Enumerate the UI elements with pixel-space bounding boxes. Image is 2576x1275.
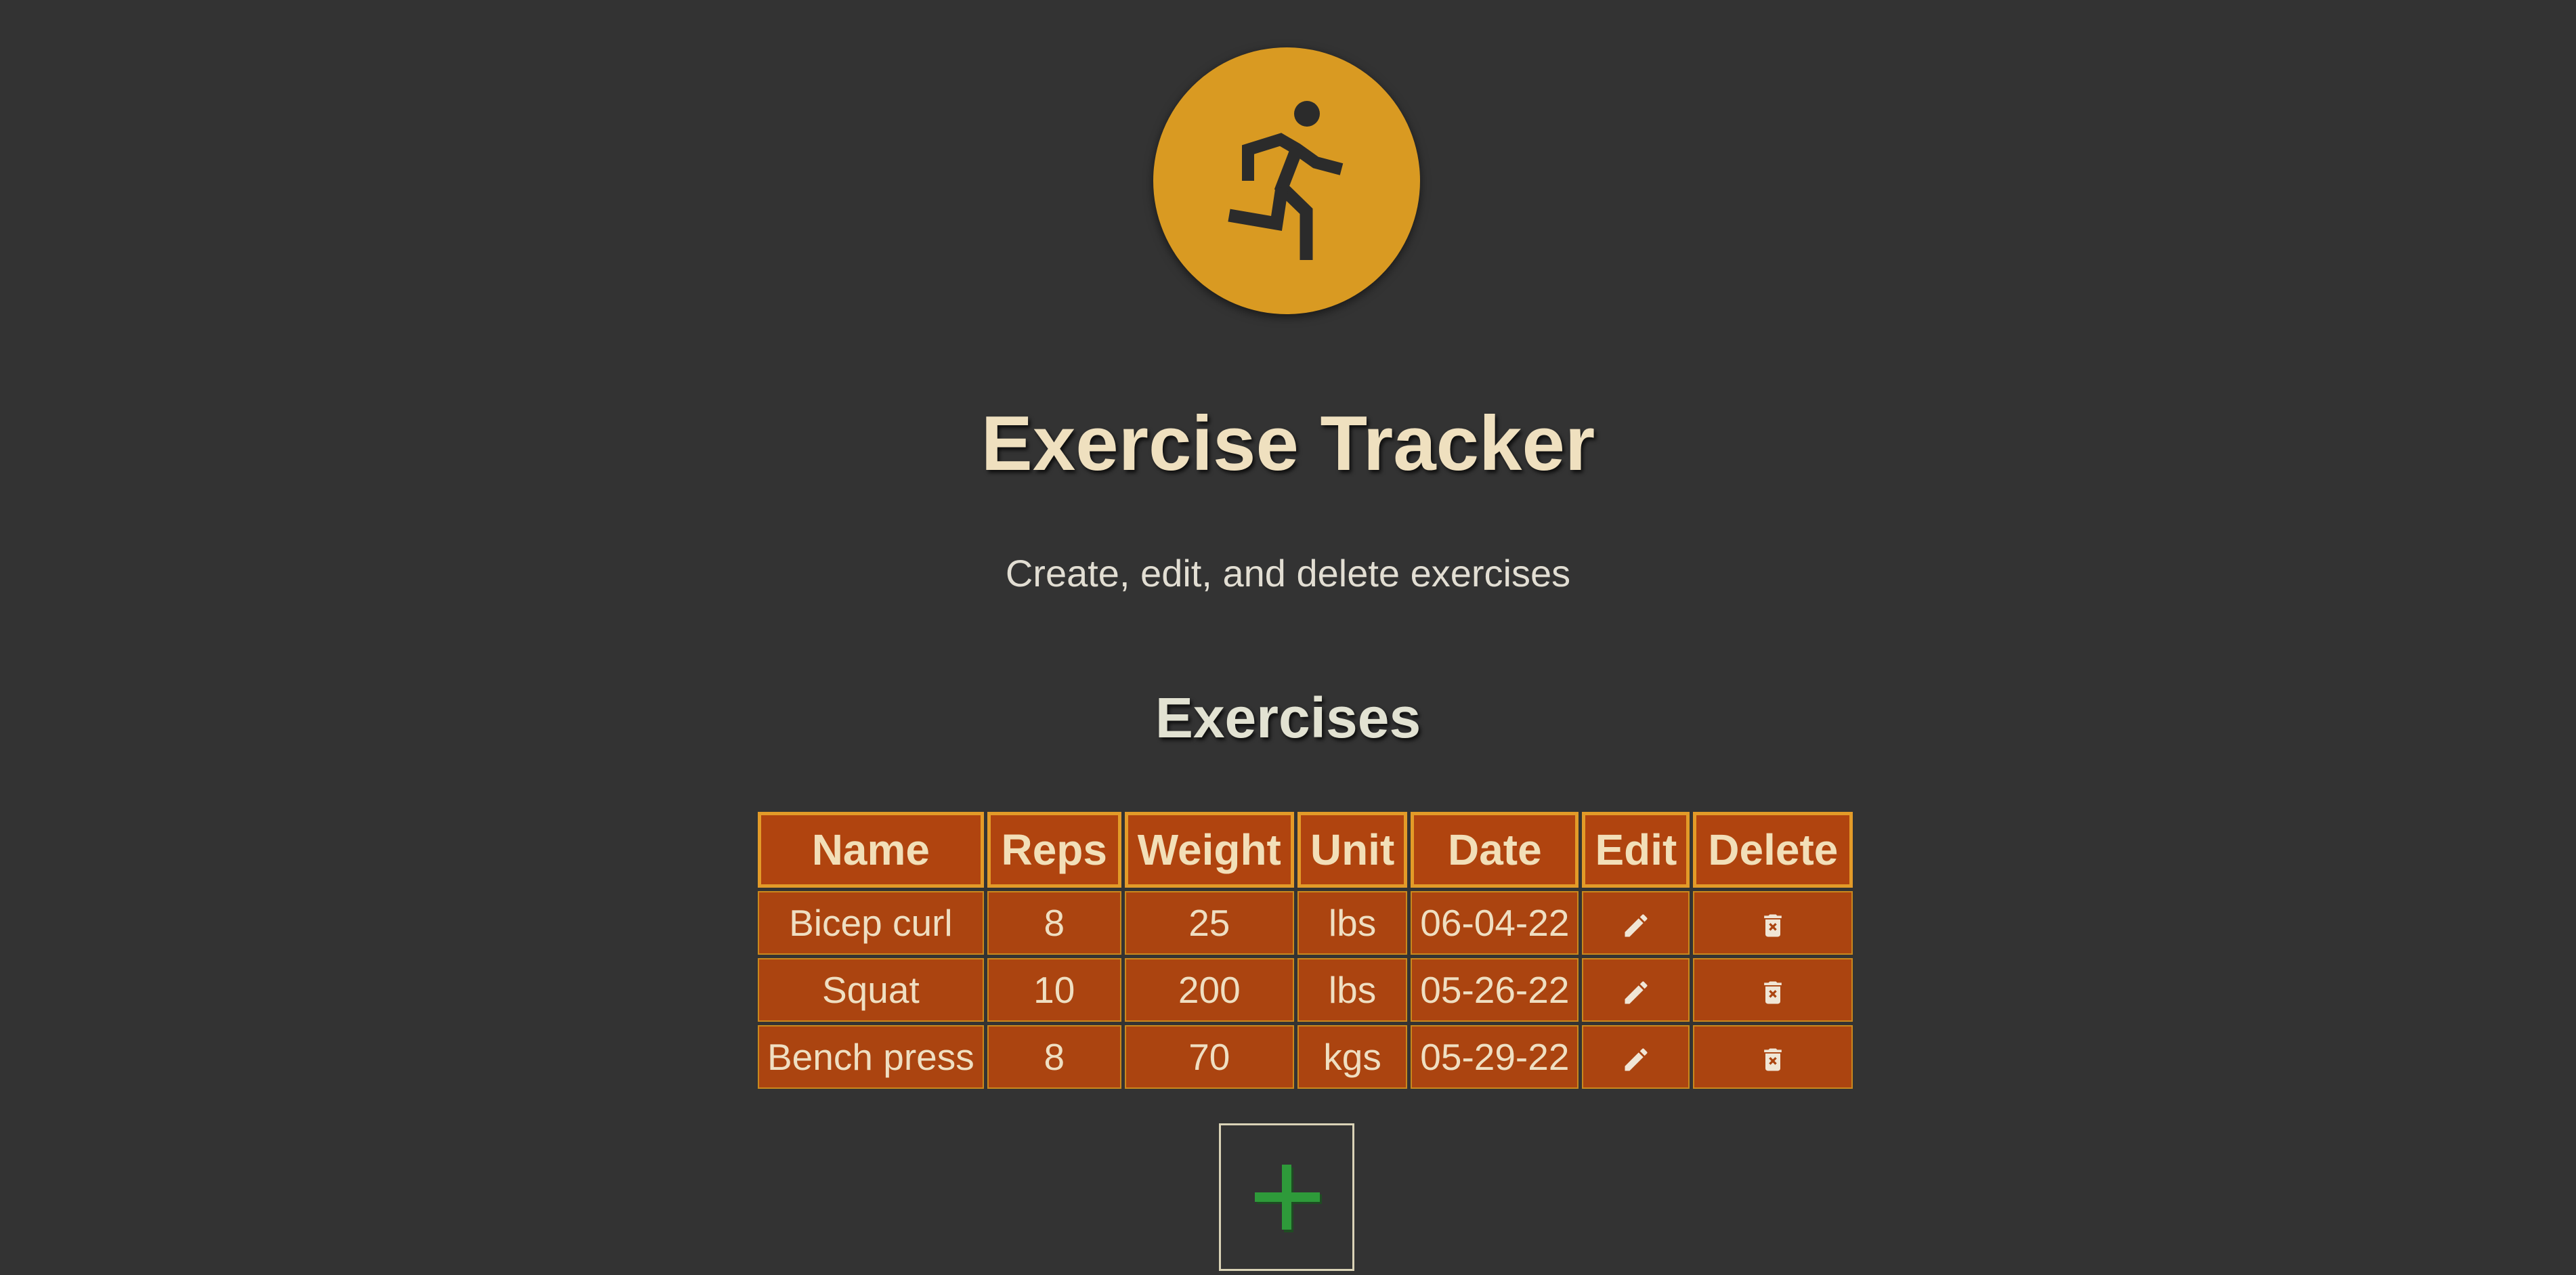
- table-row: Bicep curl 8 25 lbs 06-04-22: [758, 891, 1853, 955]
- table-header-row: Name Reps Weight Unit Date Edit Delete: [758, 812, 1853, 888]
- table-row: Bench press 8 70 kgs 05-29-22: [758, 1025, 1853, 1089]
- trash-icon[interactable]: [1758, 911, 1788, 941]
- cell-delete: [1693, 891, 1853, 955]
- column-header-reps: Reps: [987, 812, 1121, 888]
- column-header-name: Name: [758, 812, 984, 888]
- trash-icon[interactable]: [1758, 1045, 1788, 1075]
- cell-unit: lbs: [1297, 891, 1408, 955]
- cell-weight: 70: [1124, 1025, 1294, 1089]
- trash-icon[interactable]: [1758, 978, 1788, 1008]
- pencil-icon[interactable]: [1621, 1045, 1651, 1075]
- cell-unit: kgs: [1297, 1025, 1408, 1089]
- cell-delete: [1693, 1025, 1853, 1089]
- table-row: Squat 10 200 lbs 05-26-22: [758, 958, 1853, 1022]
- column-header-weight: Weight: [1124, 812, 1294, 888]
- cell-delete: [1693, 958, 1853, 1022]
- page-title: Exercise Tracker: [981, 401, 1595, 487]
- exercise-table: Name Reps Weight Unit Date Edit Delete B…: [754, 808, 1856, 1092]
- cell-reps: 10: [987, 958, 1121, 1022]
- cell-date: 06-04-22: [1411, 891, 1579, 955]
- column-header-delete: Delete: [1693, 812, 1853, 888]
- cell-edit: [1582, 1025, 1690, 1089]
- cell-reps: 8: [987, 1025, 1121, 1089]
- cell-weight: 200: [1124, 958, 1294, 1022]
- pencil-icon[interactable]: [1621, 911, 1651, 941]
- cell-name: Bicep curl: [758, 891, 984, 955]
- cell-edit: [1582, 891, 1690, 955]
- cell-reps: 8: [987, 891, 1121, 955]
- page-subtitle: Create, edit, and delete exercises: [1005, 552, 1571, 595]
- plus-icon: [1255, 1165, 1322, 1232]
- cell-edit: [1582, 958, 1690, 1022]
- column-header-date: Date: [1411, 812, 1579, 888]
- add-exercise-button[interactable]: [1219, 1123, 1354, 1271]
- page: Exercise Tracker Create, edit, and delet…: [0, 0, 2576, 1275]
- cell-date: 05-29-22: [1411, 1025, 1579, 1089]
- cell-name: Squat: [758, 958, 984, 1022]
- cell-unit: lbs: [1297, 958, 1408, 1022]
- cell-weight: 25: [1124, 891, 1294, 955]
- cell-date: 05-26-22: [1411, 958, 1579, 1022]
- cell-name: Bench press: [758, 1025, 984, 1089]
- pencil-icon[interactable]: [1621, 978, 1651, 1008]
- column-header-edit: Edit: [1582, 812, 1690, 888]
- running-person-icon: [1228, 101, 1344, 260]
- column-header-unit: Unit: [1297, 812, 1408, 888]
- logo: [1153, 47, 1420, 314]
- section-title: Exercises: [1155, 686, 1421, 750]
